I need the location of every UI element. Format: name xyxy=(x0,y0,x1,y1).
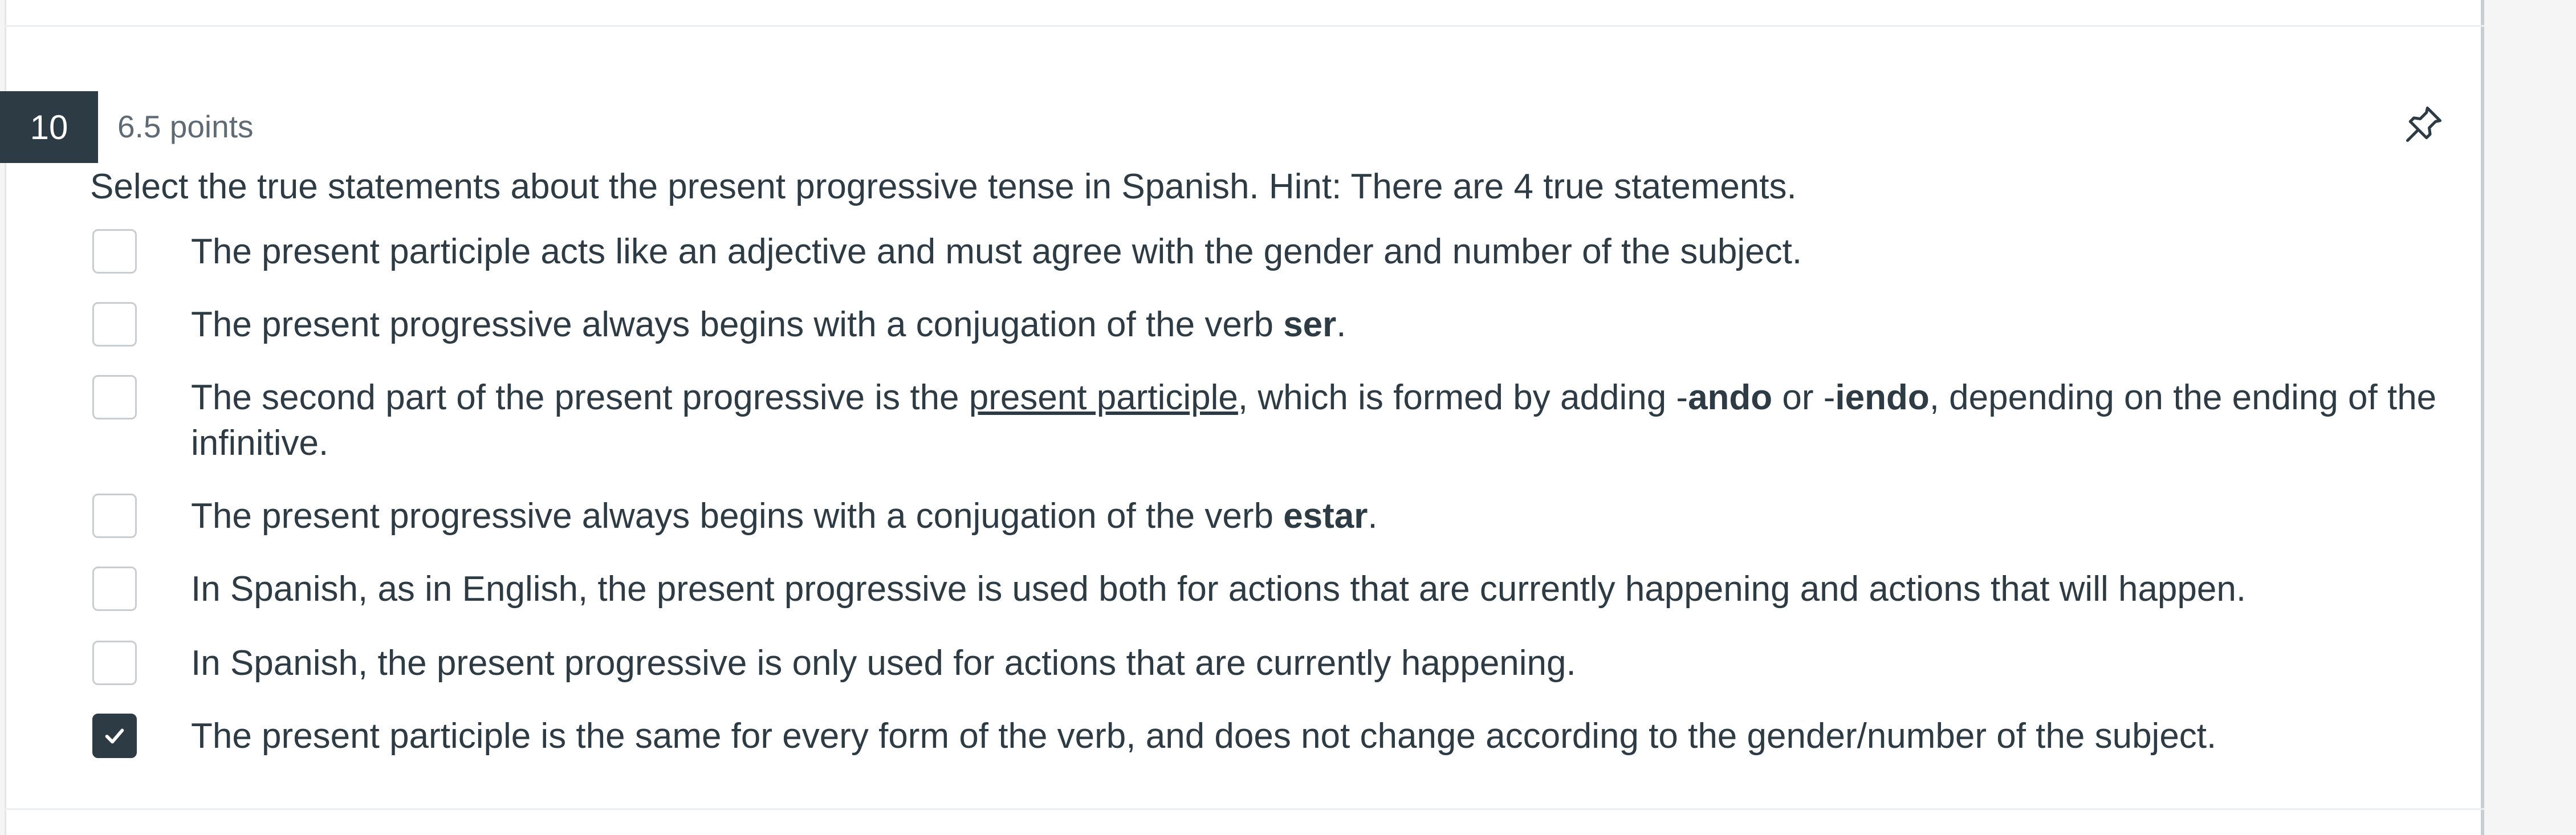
answer-text: The present participle acts like an adje… xyxy=(191,232,1802,271)
pin-icon[interactable] xyxy=(2402,103,2445,146)
question-number: 10 xyxy=(0,91,98,163)
emphasis-ser: ser xyxy=(1283,305,1337,344)
answer-checkbox[interactable] xyxy=(92,229,137,274)
answer-text: The second part of the present progressi… xyxy=(191,378,2437,463)
question-points: 6.5 points xyxy=(117,109,254,144)
answer-text: The present progressive always begins wi… xyxy=(191,496,1378,536)
answer-checkbox[interactable] xyxy=(92,494,137,538)
answer-checkbox[interactable] xyxy=(92,302,137,347)
emphasis-estar: estar xyxy=(1283,496,1368,536)
bottom-divider xyxy=(5,808,2484,810)
answer-checkbox[interactable] xyxy=(92,375,137,419)
answer-text: The present participle is the same for e… xyxy=(191,716,2217,756)
answer-checkbox[interactable] xyxy=(92,641,137,685)
answer-text: The present progressive always begins wi… xyxy=(191,305,1346,344)
answer-text: In Spanish, the present progressive is o… xyxy=(191,643,1576,683)
answer-text: In Spanish, as in English, the present p… xyxy=(191,569,2247,609)
top-divider xyxy=(5,25,2484,27)
answer-checkbox-checked[interactable] xyxy=(92,714,137,758)
underlined-term: present participle xyxy=(968,378,1238,417)
page-background: 10 6.5 points Select the true statements… xyxy=(0,0,2576,835)
answer-checkbox[interactable] xyxy=(92,567,137,611)
question-prompt: Select the true statements about the pre… xyxy=(90,167,1797,206)
